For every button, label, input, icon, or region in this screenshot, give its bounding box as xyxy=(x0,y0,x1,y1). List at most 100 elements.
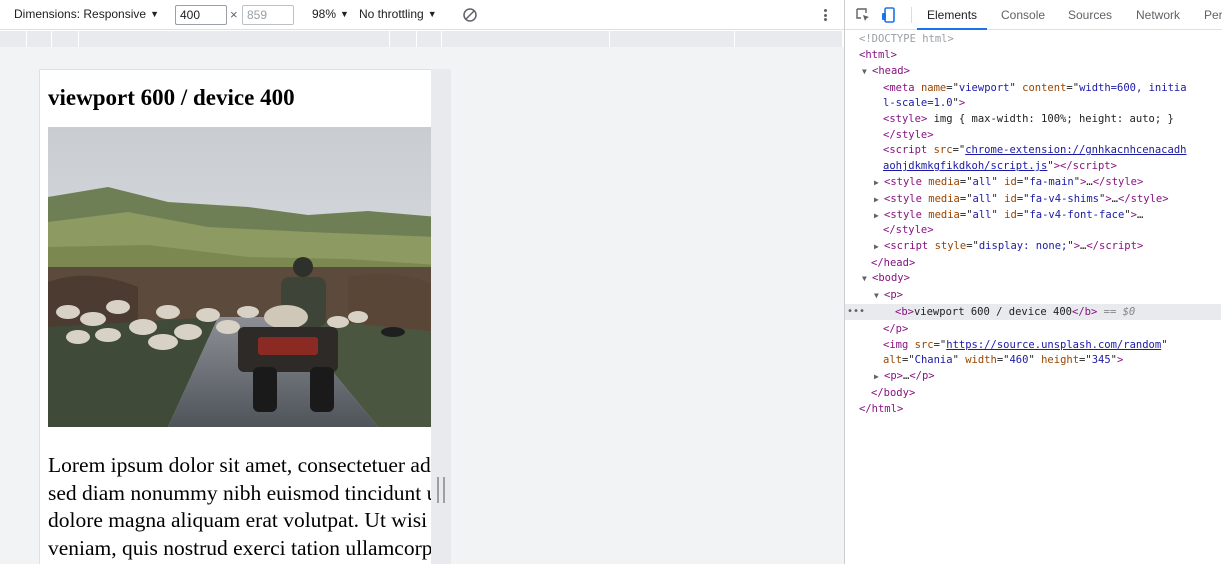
expand-arrow-icon[interactable]: ▼ xyxy=(874,288,884,304)
times-separator: × xyxy=(230,7,238,22)
script-src-link[interactable]: aohjdkmkgfikdkoh/script.js xyxy=(883,160,1047,172)
expand-arrow-icon[interactable]: ▶ xyxy=(874,175,884,191)
tag-name: /head xyxy=(877,257,909,269)
img-src-link[interactable]: https://source.unsplash.com/random xyxy=(946,339,1161,351)
dom-node-script[interactable]: <script src="chrome-extension://gnhkacnh… xyxy=(883,142,1186,158)
b-text: viewport 600 / device 400 xyxy=(913,306,1073,318)
page-image xyxy=(48,127,431,427)
media-query-segment[interactable] xyxy=(79,31,390,47)
dom-node-style-fa-shims[interactable]: ▶ <style media="all" id="fa-v4-shims">…</… xyxy=(874,191,1169,207)
devtools-panel: Elements Console Sources Network Perform… xyxy=(844,0,1222,564)
throttling-label: No throttling xyxy=(359,7,424,21)
dom-node-p-collapsed[interactable]: ▶ <p>…</p> xyxy=(874,368,935,384)
attr-value: viewport xyxy=(958,82,1010,94)
dom-node-style-fa-font-face[interactable]: ▶ <style media="all" id="fa-v4-font-face"… xyxy=(874,207,1143,223)
zoom-dropdown[interactable]: 98% ▼ xyxy=(312,7,349,21)
script-src-link[interactable]: chrome-extension://gnhkacnhcenacadh xyxy=(965,144,1186,156)
more-options-icon[interactable] xyxy=(818,7,832,23)
paragraph-line: sed diam nonummy nibh euismod tincidunt … xyxy=(48,480,431,505)
attr-value: all xyxy=(972,193,992,205)
zoom-label: 98% xyxy=(312,7,337,21)
tag-name: /html xyxy=(865,403,897,415)
tab-performance[interactable]: Performance xyxy=(1204,0,1222,30)
dom-node-meta[interactable]: <meta name="viewport" content="width=600… xyxy=(883,80,1187,96)
dom-node-body-close: </body> xyxy=(871,387,916,399)
media-query-bar xyxy=(0,31,842,47)
device-toggle-icon[interactable] xyxy=(880,6,898,24)
tab-console[interactable]: Console xyxy=(1001,0,1045,30)
attr-value: 345 xyxy=(1091,354,1111,366)
expand-arrow-icon[interactable]: ▼ xyxy=(862,271,872,287)
devtools-tabbar: Elements Console Sources Network Perform… xyxy=(845,0,1222,30)
more-actions-icon[interactable]: ••• xyxy=(847,304,865,320)
media-query-segment[interactable] xyxy=(0,31,27,47)
attr-name: id xyxy=(1004,193,1017,205)
dom-node-style-close: </style> xyxy=(883,129,934,141)
attr-name: name xyxy=(920,82,947,94)
dom-node-head-close: </head> xyxy=(871,257,916,269)
selected-node-marker: == $0 xyxy=(1103,306,1136,318)
attr-value: fa-v4-shims xyxy=(1029,193,1100,205)
dom-node-body[interactable]: ▼ <body> xyxy=(862,270,910,286)
dom-node-script-cont: aohjdkmkgfikdkoh/script.js"></script> xyxy=(883,160,1117,172)
attr-name: src xyxy=(933,144,953,156)
tab-elements[interactable]: Elements xyxy=(917,0,988,30)
device-emulation-area: Dimensions: Responsive ▼ × 98% ▼ No thro… xyxy=(0,0,844,564)
attr-name: alt xyxy=(883,354,902,366)
expand-arrow-icon[interactable]: ▶ xyxy=(874,192,884,208)
dom-node-doctype[interactable]: <!DOCTYPE html> xyxy=(859,31,954,47)
tag-name: body xyxy=(878,272,904,284)
media-query-segment[interactable] xyxy=(735,31,842,47)
media-query-segment[interactable] xyxy=(610,31,735,47)
expand-arrow-icon[interactable]: ▶ xyxy=(874,239,884,255)
tag-name: /body xyxy=(877,387,909,399)
expand-arrow-icon[interactable]: ▼ xyxy=(862,64,872,80)
tag-name: /style xyxy=(889,224,928,236)
lorem-paragraph: Lorem ipsum dolor sit amet, consectetuer… xyxy=(48,452,431,562)
attr-value: 460 xyxy=(1009,354,1029,366)
attr-name: media xyxy=(928,209,960,221)
dom-node-style-fa-main[interactable]: ▶ <style media="all" id="fa-main">…</styl… xyxy=(874,174,1143,190)
throttling-dropdown[interactable]: No throttling ▼ xyxy=(359,7,437,21)
tab-network[interactable]: Network xyxy=(1136,0,1180,30)
dom-node-script-hidden[interactable]: ▶ <script style="display: none;">…</scrip… xyxy=(874,238,1143,254)
inspect-element-icon[interactable] xyxy=(854,6,872,24)
dom-node-html[interactable]: <html> xyxy=(859,47,897,63)
attr-name: id xyxy=(1004,209,1017,221)
device-toolbar: Dimensions: Responsive ▼ × 98% ▼ No thro… xyxy=(0,0,844,30)
media-query-segment[interactable] xyxy=(27,31,52,47)
expand-arrow-icon[interactable]: ▶ xyxy=(874,369,884,385)
height-input[interactable] xyxy=(242,5,294,25)
dom-node-head[interactable]: ▼ <head> xyxy=(862,63,910,79)
dom-node-p[interactable]: ▼ <p> xyxy=(874,287,903,303)
media-query-segment[interactable] xyxy=(417,31,442,47)
media-query-segment[interactable] xyxy=(442,31,610,47)
attr-value: l-scale=1.0 xyxy=(883,97,953,109)
dom-node-img[interactable]: <img src="https://source.unsplash.com/ra… xyxy=(883,337,1168,353)
dom-node-style[interactable]: <style> img { max-width: 100%; height: a… xyxy=(883,111,1174,127)
tag-name: style xyxy=(890,209,922,221)
attr-name: style xyxy=(934,240,967,252)
media-query-segment[interactable] xyxy=(390,31,417,47)
tag-name: meta xyxy=(889,82,915,94)
dimensions-dropdown[interactable]: Dimensions: Responsive ▼ xyxy=(14,7,159,21)
tag-name: html xyxy=(865,49,891,61)
dom-node-html-close: </html> xyxy=(859,403,904,415)
resize-handle[interactable] xyxy=(437,477,445,503)
tag-name: /style xyxy=(1099,176,1137,188)
tag-name: style xyxy=(890,193,922,205)
tag-name: script xyxy=(1099,240,1137,252)
ellipsis: … xyxy=(1136,209,1144,221)
width-input[interactable] xyxy=(175,5,227,25)
tag-name: script xyxy=(1072,160,1111,172)
rotate-icon[interactable] xyxy=(462,7,478,23)
dom-node-b-selected[interactable]: ••• <b>viewport 600 / device 400</b> == … xyxy=(845,304,1221,320)
tag-name: style xyxy=(890,176,922,188)
media-query-segment[interactable] xyxy=(52,31,79,47)
chevron-down-icon: ▼ xyxy=(150,9,159,19)
tag-name: style xyxy=(889,113,921,125)
dom-node-p-close: </p> xyxy=(883,323,909,335)
tag-name: head xyxy=(878,65,904,77)
toolbar-separator xyxy=(911,7,912,23)
tab-sources[interactable]: Sources xyxy=(1068,0,1112,30)
